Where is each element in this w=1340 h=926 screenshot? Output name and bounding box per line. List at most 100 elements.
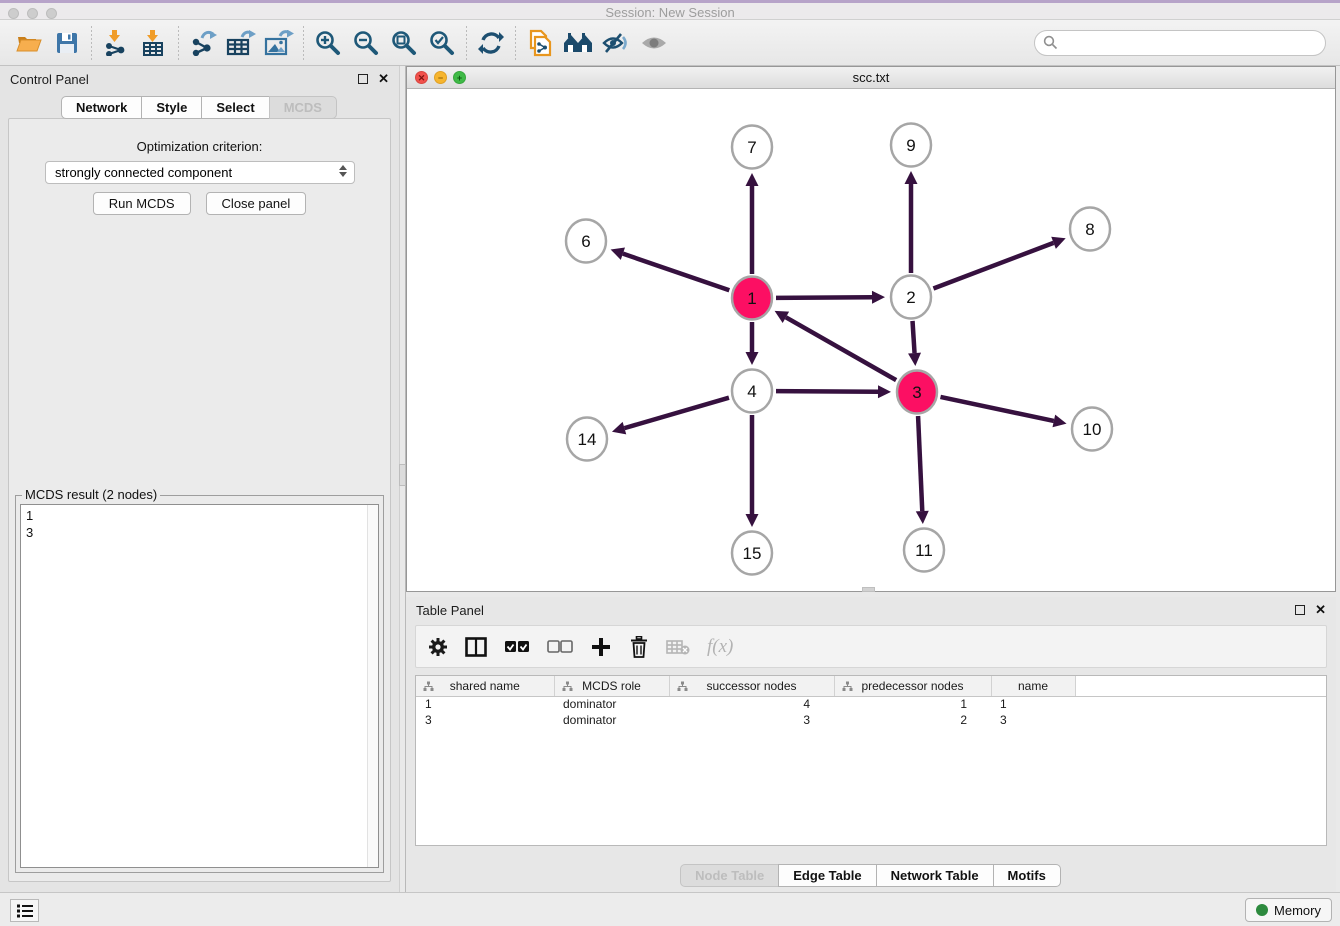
open-session-icon[interactable]	[10, 25, 48, 61]
column-header-predecessor-nodes[interactable]: predecessor nodes	[834, 676, 991, 696]
table-cell[interactable]: 2	[834, 712, 991, 728]
network-resize-handle[interactable]	[862, 587, 875, 592]
graph-edge[interactable]	[623, 254, 729, 291]
show-details-icon[interactable]	[635, 25, 673, 61]
graph-edge[interactable]	[624, 398, 729, 428]
result-line: 3	[26, 524, 373, 541]
graph-node-1[interactable]: 1	[732, 277, 772, 320]
graph-edge[interactable]	[918, 416, 922, 511]
close-panel-icon[interactable]: ✕	[378, 71, 389, 87]
graph-node-8[interactable]: 8	[1070, 208, 1110, 251]
table-cell[interactable]: 1	[416, 696, 554, 712]
graph-edge[interactable]	[940, 397, 1053, 421]
node-table: shared name MCDS role successor nodes pr…	[415, 675, 1327, 846]
graph-node-label: 6	[581, 232, 590, 251]
deselect-all-icon[interactable]	[547, 640, 573, 654]
graph-edge-arrowhead	[905, 171, 918, 184]
graph-node-4[interactable]: 4	[732, 370, 772, 413]
delete-column-icon[interactable]	[629, 636, 649, 658]
graph-edge[interactable]	[933, 243, 1053, 289]
splitter-handle[interactable]	[399, 464, 406, 486]
table-row[interactable]: 1dominator411	[416, 696, 1326, 712]
column-header-successor-nodes[interactable]: successor nodes	[669, 676, 834, 696]
import-table-icon[interactable]	[135, 25, 173, 61]
zoom-out-icon[interactable]	[347, 25, 385, 61]
tab-network[interactable]: Network	[61, 96, 142, 119]
table-cell[interactable]: 4	[669, 696, 834, 712]
table-cell[interactable]: 1	[991, 696, 1075, 712]
criterion-select[interactable]: strongly connected component	[45, 161, 355, 184]
tab-motifs[interactable]: Motifs	[993, 864, 1061, 887]
graph-node-2[interactable]: 2	[891, 276, 931, 319]
table-cell[interactable]: 3	[416, 712, 554, 728]
graph-node-6[interactable]: 6	[566, 220, 606, 263]
table-cell[interactable]: 3	[669, 712, 834, 728]
hide-details-icon[interactable]	[597, 25, 635, 61]
network-title: scc.txt	[407, 70, 1335, 85]
panel-splitter[interactable]	[399, 66, 406, 892]
tab-mcds[interactable]: MCDS	[269, 96, 337, 119]
graph-node-15[interactable]: 15	[732, 532, 772, 575]
graph-edge[interactable]	[776, 297, 872, 298]
graph-edge-arrowhead	[746, 352, 759, 365]
graph-node-9[interactable]: 9	[891, 124, 931, 167]
add-column-icon[interactable]	[590, 636, 612, 658]
graph-edge-arrowhead	[611, 248, 625, 260]
graph-node-label: 4	[747, 382, 756, 401]
network-view-window: ✕ − + scc.txt 7 9 6 8 1 2 4 3 14 10 15 11	[406, 66, 1336, 592]
node-table-body: 1dominator4113dominator323	[416, 696, 1326, 728]
column-header-shared-name[interactable]: shared name	[416, 676, 554, 696]
mcds-panel: Optimization criterion: strongly connect…	[8, 118, 391, 882]
network-window-titlebar[interactable]: ✕ − + scc.txt	[407, 67, 1335, 89]
export-network-icon[interactable]	[184, 25, 222, 61]
clone-network-icon[interactable]	[521, 25, 559, 61]
table-cell[interactable]: dominator	[554, 696, 669, 712]
graph-edge[interactable]	[786, 317, 896, 380]
function-builder-icon: f(x)	[707, 636, 733, 658]
network-canvas[interactable]: 7 9 6 8 1 2 4 3 14 10 15 11	[407, 89, 1335, 591]
float-table-panel-icon[interactable]	[1295, 605, 1305, 615]
graph-node-11[interactable]: 11	[904, 529, 944, 572]
column-header-name[interactable]: name	[991, 676, 1075, 696]
columns-icon[interactable]	[465, 637, 487, 657]
graph-node-7[interactable]: 7	[732, 126, 772, 169]
search-input[interactable]	[1058, 33, 1325, 53]
float-panel-icon[interactable]	[358, 74, 368, 84]
result-scrollbar[interactable]	[367, 505, 378, 867]
memory-button[interactable]: Memory	[1245, 898, 1332, 922]
search-icon	[1043, 35, 1058, 50]
import-network-icon[interactable]	[97, 25, 135, 61]
mcds-result-text[interactable]: 1 3	[20, 504, 379, 868]
run-mcds-button[interactable]: Run MCDS	[93, 192, 191, 215]
tab-network-table[interactable]: Network Table	[876, 864, 994, 887]
show-panels-button[interactable]	[10, 899, 39, 922]
graph-node-14[interactable]: 14	[567, 418, 607, 461]
close-table-panel-icon[interactable]: ✕	[1315, 602, 1326, 618]
settings-icon[interactable]	[428, 637, 448, 657]
tab-style[interactable]: Style	[141, 96, 202, 119]
select-all-icon[interactable]	[504, 640, 530, 654]
export-table-icon[interactable]	[222, 25, 260, 61]
table-cell[interactable]: 3	[991, 712, 1075, 728]
zoom-fit-icon[interactable]	[385, 25, 423, 61]
save-session-icon[interactable]	[48, 25, 86, 61]
table-row[interactable]: 3dominator323	[416, 712, 1326, 728]
control-panel-tabs: Network Style Select MCDS	[0, 96, 399, 119]
tab-edge-table[interactable]: Edge Table	[778, 864, 876, 887]
export-image-icon[interactable]	[260, 25, 298, 61]
graph-node-3[interactable]: 3	[897, 371, 937, 414]
table-cell[interactable]: 1	[834, 696, 991, 712]
refresh-styles-icon[interactable]	[472, 25, 510, 61]
toolbar-separator	[91, 26, 92, 60]
close-panel-button[interactable]: Close panel	[206, 192, 307, 215]
zoom-in-icon[interactable]	[309, 25, 347, 61]
graph-edge[interactable]	[913, 321, 915, 353]
home-icon[interactable]	[559, 25, 597, 61]
tab-node-table[interactable]: Node Table	[680, 864, 779, 887]
table-cell[interactable]: dominator	[554, 712, 669, 728]
graph-edge[interactable]	[776, 391, 878, 392]
zoom-selected-icon[interactable]	[423, 25, 461, 61]
graph-node-10[interactable]: 10	[1072, 408, 1112, 451]
column-header-mcds-role[interactable]: MCDS role	[554, 676, 669, 696]
tab-select[interactable]: Select	[201, 96, 269, 119]
